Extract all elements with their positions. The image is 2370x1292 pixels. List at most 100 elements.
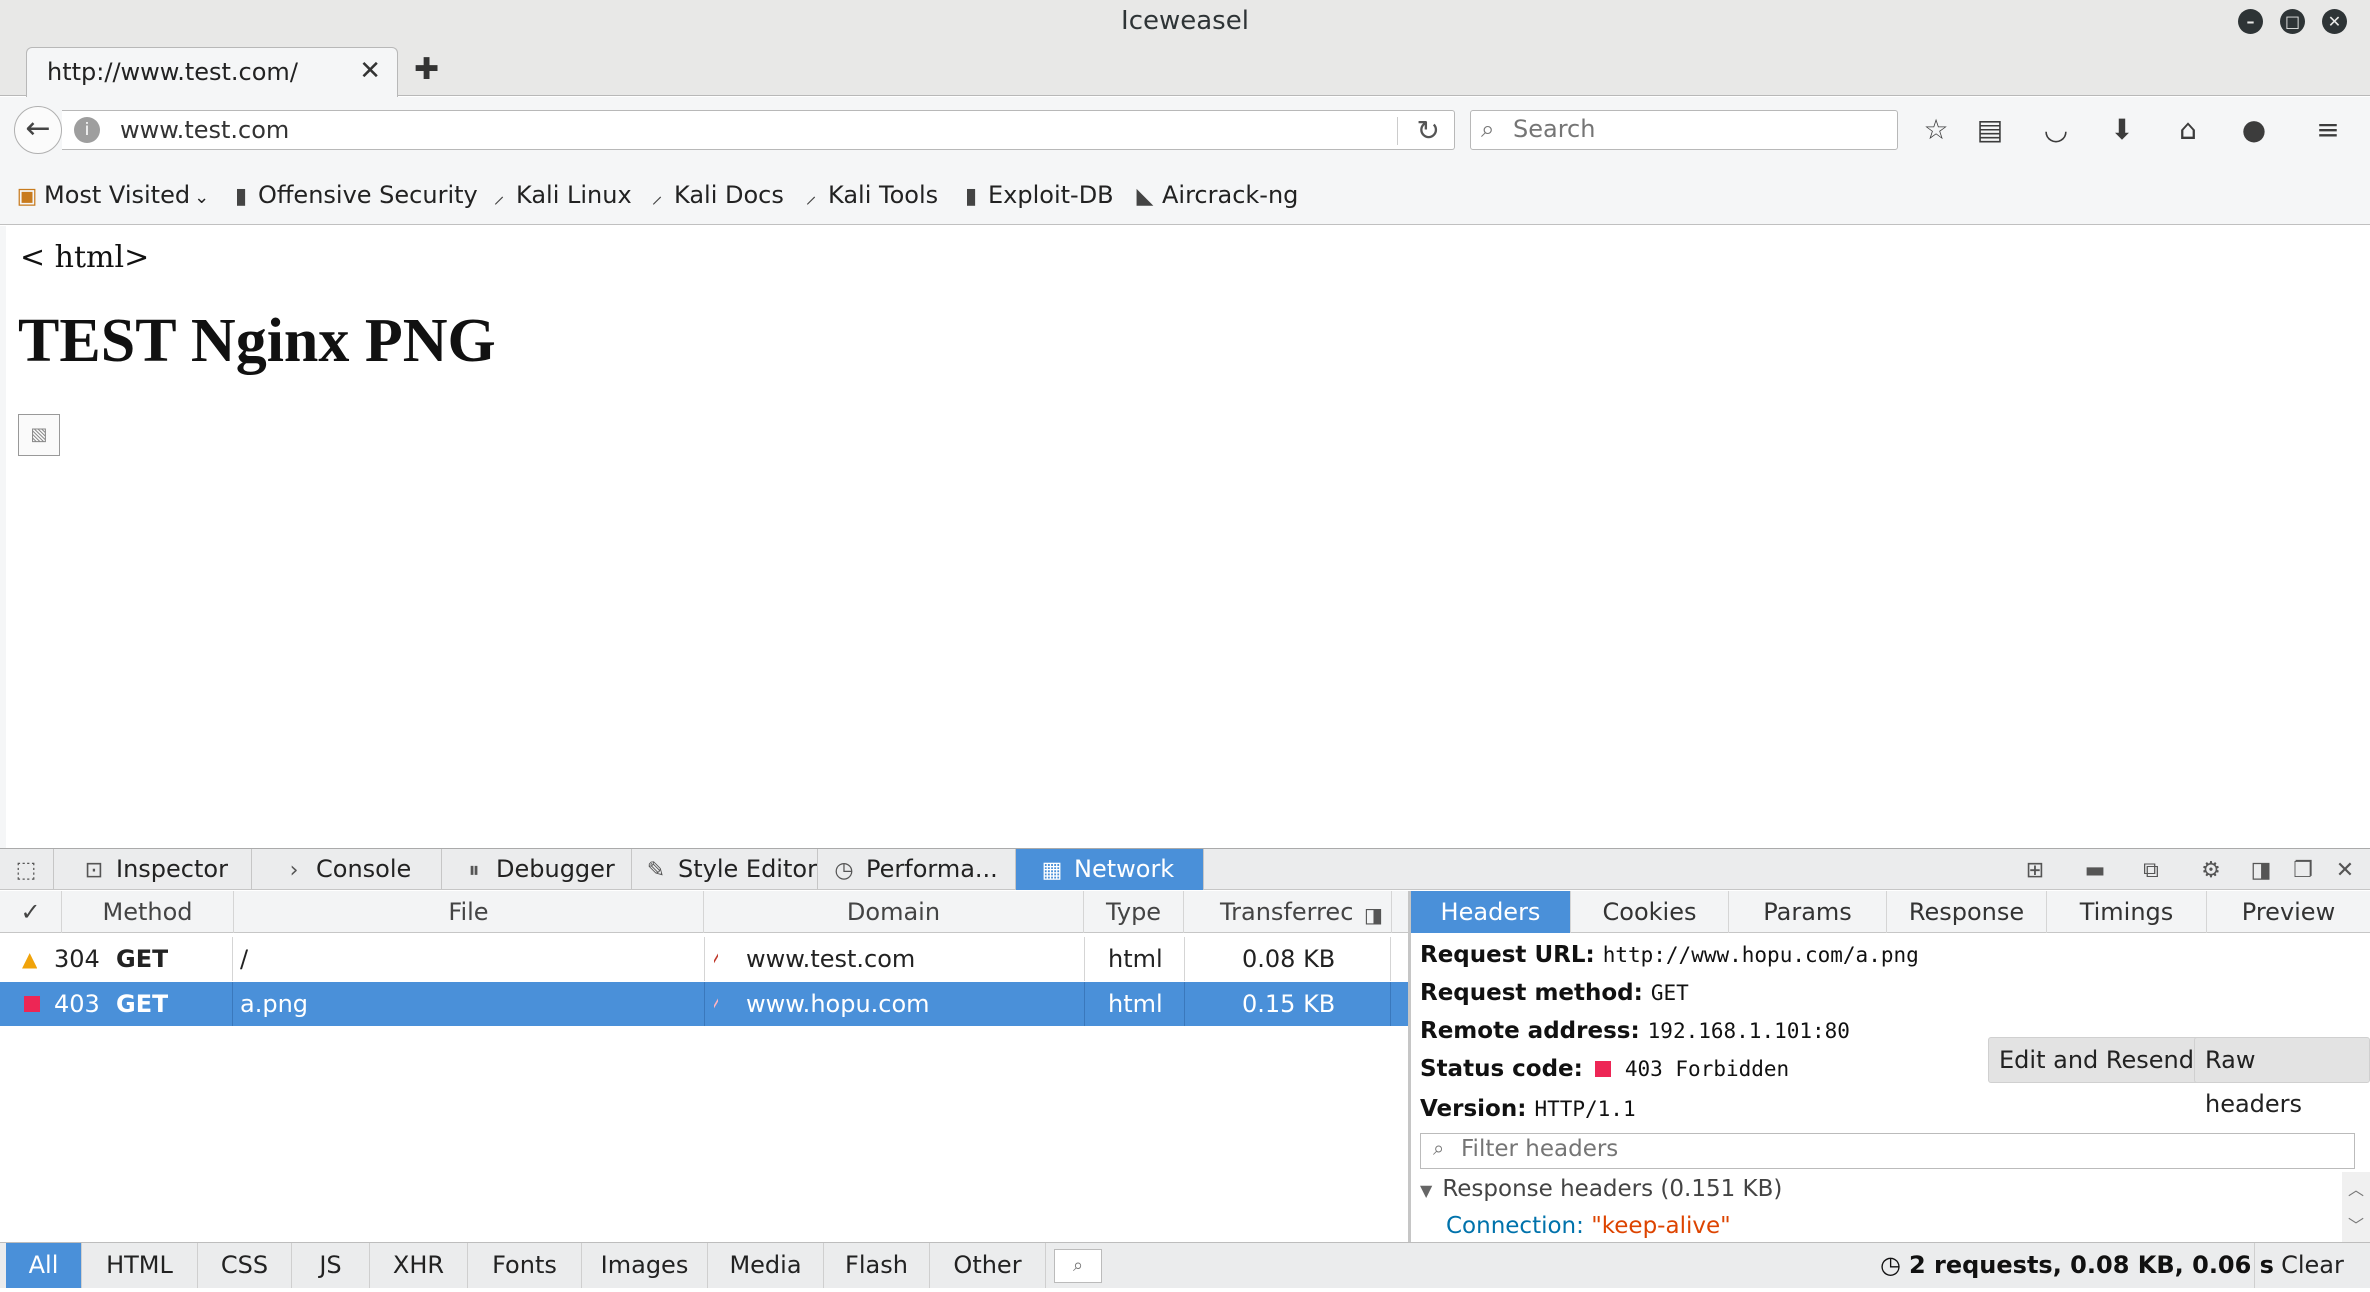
layout-options-icon[interactable]: ⊞ <box>2014 856 2056 886</box>
triangle-down-icon: ▼ <box>1420 1181 1433 1200</box>
page-heading: TEST Nginx PNG <box>18 307 496 375</box>
close-window-icon[interactable]: ✕ <box>2322 9 2347 34</box>
panel-splitter[interactable] <box>1408 891 1411 1243</box>
responsive-mode-icon[interactable]: ⧉ <box>2136 856 2166 886</box>
bookmark-kali-linux[interactable]: ⸝ Kali Linux <box>486 178 631 212</box>
response-headers-toggle[interactable]: ▼ Response headers (0.151 KB) <box>1420 1176 1782 1202</box>
filter-xhr[interactable]: XHR <box>370 1243 468 1288</box>
split-console-icon[interactable]: ▬ <box>2080 856 2110 886</box>
bookmark-exploit-db[interactable]: ▮ Exploit-DB <box>958 178 1114 212</box>
clear-button[interactable]: Clear <box>2254 1243 2370 1288</box>
chat-icon[interactable]: ● <box>2236 112 2272 148</box>
tab-performance[interactable]: ◷ Performa... <box>818 849 1016 890</box>
filter-js[interactable]: JS <box>292 1243 370 1288</box>
undock-icon[interactable]: ❐ <box>2288 856 2318 886</box>
search-icon: ⌕ <box>1433 1136 1445 1160</box>
filter-images[interactable]: Images <box>582 1243 708 1288</box>
header-connection: Connection: "keep-alive" <box>1446 1213 1731 1239</box>
filter-html[interactable]: HTML <box>82 1243 198 1288</box>
request-domain: www.test.com <box>746 945 916 973</box>
request-file: a.png <box>240 990 309 1018</box>
hamburger-menu-icon[interactable]: ≡ <box>2310 112 2346 148</box>
reload-icon[interactable]: ↻ <box>1417 114 1440 147</box>
request-method: GET <box>116 990 169 1018</box>
request-row-selected[interactable]: 403 GET a.png ⁄ www.hopu.com html 0.15 K… <box>0 982 1410 1026</box>
tab-network[interactable]: ▦ Network <box>1016 849 1204 890</box>
column-status[interactable]: ✓ <box>0 891 62 933</box>
bookmark-offensive-security[interactable]: ▮ Offensive Security <box>228 178 478 212</box>
tab-preview[interactable]: Preview <box>2207 891 2370 933</box>
column-file[interactable]: File <box>234 891 704 933</box>
details-scrollbar[interactable]: ︿ ﹀ <box>2342 1172 2370 1242</box>
tab-title: http://www.test.com/ <box>47 58 298 86</box>
pick-element-icon: ⬚ <box>15 858 37 883</box>
settings-gear-icon[interactable]: ⚙ <box>2196 856 2226 886</box>
home-icon[interactable]: ⌂ <box>2170 112 2206 148</box>
filter-search-icon[interactable]: ⌕ <box>1054 1249 1102 1283</box>
filter-other[interactable]: Other <box>930 1243 1046 1288</box>
insecure-lock-icon: ⁄ <box>714 990 719 1018</box>
bookmark-star-icon[interactable]: ☆ <box>1918 112 1954 148</box>
filter-headers-input[interactable] <box>1461 1136 2341 1162</box>
filter-css[interactable]: CSS <box>198 1243 292 1288</box>
request-list-empty-area <box>0 1026 1410 1242</box>
tab-close-icon[interactable]: ✕ <box>359 56 381 86</box>
bookmark-most-visited[interactable]: ▣ Most Visited ⌄ <box>14 178 210 212</box>
dock-side-icon[interactable]: ◨ <box>2246 856 2276 886</box>
pocket-icon[interactable]: ◡ <box>2038 112 2074 148</box>
pick-element-button[interactable]: ⬚ <box>0 849 54 890</box>
column-toggle-icon[interactable]: ◨ <box>1364 903 1383 927</box>
filter-fonts[interactable]: Fonts <box>468 1243 582 1288</box>
bookmark-kali-docs[interactable]: ⸝ Kali Docs <box>644 178 783 212</box>
request-domain: www.hopu.com <box>746 990 930 1018</box>
tab-inspector[interactable]: ⊡ Inspector <box>54 849 252 890</box>
kali-dragon-icon: ⸝ <box>651 184 663 209</box>
offsec-icon: ▮ <box>234 184 248 209</box>
filter-all[interactable]: All <box>6 1243 82 1288</box>
request-size: 0.08 KB <box>1242 945 1336 973</box>
browser-tab[interactable]: http://www.test.com/ ✕ <box>26 47 398 97</box>
request-row[interactable]: ▲ 304 GET / ⁄ www.test.com html 0.08 KB <box>0 937 1410 981</box>
tab-console[interactable]: › Console <box>252 849 442 890</box>
tab-debugger[interactable]: ⏸ Debugger <box>442 849 632 890</box>
page-raw-text: < html> <box>20 240 150 275</box>
scroll-down-icon[interactable]: ﹀ <box>2348 1212 2364 1236</box>
tab-params[interactable]: Params <box>1729 891 1887 933</box>
tab-style-editor[interactable]: ✎ Style Editor <box>632 849 818 890</box>
scroll-up-icon[interactable]: ︿ <box>2348 1176 2364 1200</box>
performance-icon: ◷ <box>834 858 854 883</box>
tab-headers[interactable]: Headers <box>1411 891 1571 933</box>
filter-headers-field[interactable]: ⌕ <box>1420 1133 2355 1169</box>
search-bar[interactable]: ⌕ <box>1470 110 1898 150</box>
search-input[interactable] <box>1513 115 1883 143</box>
reading-list-icon[interactable]: ▤ <box>1972 112 2008 148</box>
tab-response[interactable]: Response <box>1887 891 2047 933</box>
filter-flash[interactable]: Flash <box>824 1243 930 1288</box>
remote-address-line: Remote address: 192.168.1.101:80 <box>1420 1018 1850 1044</box>
window-title: Iceweasel <box>1121 6 1249 36</box>
column-type[interactable]: Type <box>1084 891 1184 933</box>
close-devtools-icon[interactable]: ✕ <box>2330 856 2360 886</box>
site-info-icon[interactable]: i <box>74 117 100 143</box>
filter-media[interactable]: Media <box>708 1243 824 1288</box>
error-status-icon <box>1594 1061 1611 1077</box>
column-domain[interactable]: Domain <box>704 891 1084 933</box>
column-transferred[interactable]: Transferrec <box>1184 891 1392 933</box>
download-icon[interactable]: ⬇ <box>2104 112 2140 148</box>
kali-dragon-icon: ⸝ <box>493 184 505 209</box>
bookmark-aircrack-ng[interactable]: ◣ Aircrack-ng <box>1132 178 1299 212</box>
back-button[interactable]: ← <box>14 106 62 154</box>
minimize-icon[interactable]: – <box>2238 9 2263 34</box>
url-bar[interactable]: i www.test.com ↻ <box>62 110 1455 150</box>
tab-cookies[interactable]: Cookies <box>1571 891 1729 933</box>
edit-and-resend-button[interactable]: Edit and Resend <box>1988 1037 2205 1083</box>
maximize-icon[interactable]: □ <box>2280 9 2305 34</box>
back-arrow-icon: ← <box>25 111 51 146</box>
request-status: 304 <box>54 945 100 973</box>
tab-timings[interactable]: Timings <box>2047 891 2207 933</box>
bookmark-kali-tools[interactable]: ⸝ Kali Tools <box>798 178 938 212</box>
new-tab-icon[interactable]: ✚ <box>414 52 439 87</box>
column-method[interactable]: Method <box>62 891 234 933</box>
url-text[interactable]: www.test.com <box>120 116 289 144</box>
raw-headers-button[interactable]: Raw headers <box>2194 1037 2370 1118</box>
